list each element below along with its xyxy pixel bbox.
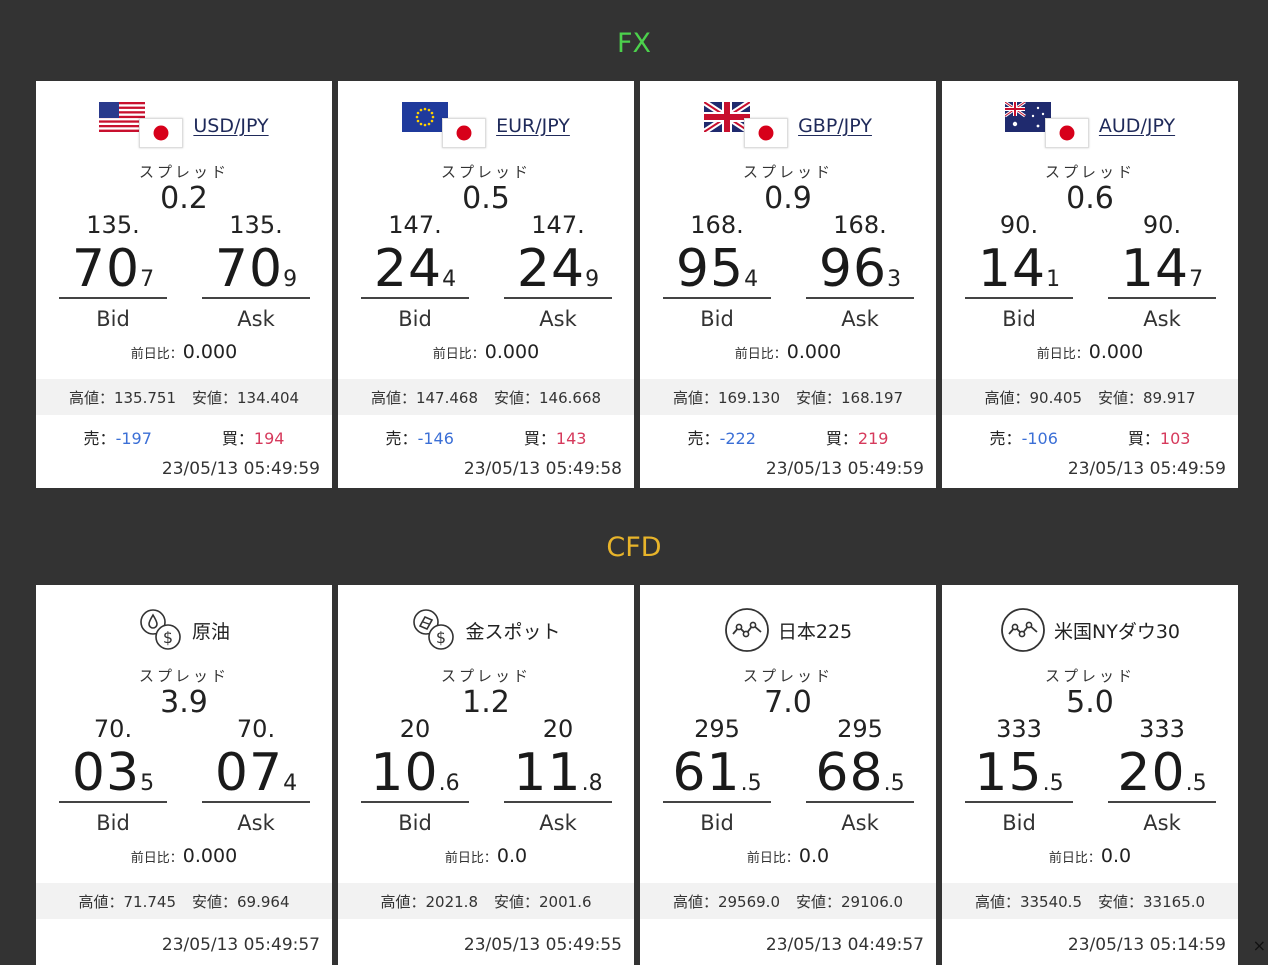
high-low-band: 高値：71.745 安値：69.964 xyxy=(36,883,332,919)
spread-label: スプレッド xyxy=(36,161,332,182)
fx-section-title: FX xyxy=(0,28,1268,59)
ask-quote[interactable]: 20 11.8 Ask xyxy=(504,715,612,835)
timestamp: 23/05/13 05:49:58 xyxy=(464,459,622,479)
bid-quote[interactable]: 168. 954 Bid xyxy=(663,211,771,331)
cfd-card-ny-dow30: 米国NYダウ30 スプレッド 5.0 333 15.5 Bid 333 20.5… xyxy=(942,585,1238,965)
high-low-band: 高値：90.405 安値：89.917 xyxy=(942,379,1238,415)
cfd-card-grid: $ 原油 スプレッド 3.9 70. 035 Bid 70. 074 Ask 前… xyxy=(36,585,1238,965)
change-from-previous: 前日比：0.0 xyxy=(338,845,634,867)
timestamp: 23/05/13 05:49:59 xyxy=(1068,459,1226,479)
jp-flag-icon xyxy=(1045,118,1089,148)
high-low-band: 高値：33540.5 安値：33165.0 xyxy=(942,883,1238,919)
jp-flag-icon xyxy=(442,118,486,148)
eur-jpy-flags-icon xyxy=(402,102,488,150)
high-low-band: 高値：2021.8 安値：2001.6 xyxy=(338,883,634,919)
index-chart-icon xyxy=(1000,607,1046,653)
position-ratio: 売：-106 買：103 xyxy=(942,425,1238,449)
ask-quote[interactable]: 90. 147 Ask xyxy=(1108,211,1216,331)
pair-link-eurjpy[interactable]: EUR/JPY xyxy=(496,115,570,137)
change-from-previous: 前日比：0.0 xyxy=(640,845,936,867)
change-from-previous: 前日比：0.000 xyxy=(942,341,1238,363)
aud-jpy-flags-icon xyxy=(1005,102,1091,150)
bid-quote[interactable]: 333 15.5 Bid xyxy=(965,715,1073,835)
cfd-card-nikkei225: 日本225 スプレッド 7.0 295 61.5 Bid 295 68.5 As… xyxy=(640,585,936,965)
oil-dollar-icon: $ xyxy=(138,607,184,653)
high-low-band: 高値：169.130 安値：168.197 xyxy=(640,379,936,415)
pair-link-usdjpy[interactable]: USD/JPY xyxy=(193,115,268,137)
spread-label: スプレッド xyxy=(640,161,936,182)
fx-card-eurjpy: EUR/JPY スプレッド 0.5 147. 244 Bid 147. 249 … xyxy=(338,81,634,488)
timestamp: 23/05/13 05:14:59 xyxy=(1068,935,1226,955)
spread-label: スプレッド xyxy=(338,161,634,182)
cfd-name[interactable]: 日本225 xyxy=(778,617,852,644)
bid-quote[interactable]: 147. 244 Bid xyxy=(361,211,469,331)
bid-quote[interactable]: 90. 141 Bid xyxy=(965,211,1073,331)
jp-flag-icon xyxy=(744,118,788,148)
high-low-band: 高値：135.751 安値：134.404 xyxy=(36,379,332,415)
cfd-name[interactable]: 米国NYダウ30 xyxy=(1054,617,1180,644)
spread-label: スプレッド xyxy=(942,665,1238,686)
cfd-card-gold-spot: $ 金スポット スプレッド 1.2 20 10.6 Bid 20 11.8 As… xyxy=(338,585,634,965)
change-from-previous: 前日比：0.0 xyxy=(942,845,1238,867)
jp-flag-icon xyxy=(139,118,183,148)
fx-card-gbpjpy: GBP/JPY スプレッド 0.9 168. 954 Bid 168. 963 … xyxy=(640,81,936,488)
timestamp: 23/05/13 05:49:59 xyxy=(162,459,320,479)
cfd-card-crude-oil: $ 原油 スプレッド 3.9 70. 035 Bid 70. 074 Ask 前… xyxy=(36,585,332,965)
change-from-previous: 前日比：0.000 xyxy=(36,845,332,867)
spread-label: スプレッド xyxy=(640,665,936,686)
position-ratio: 売：-146 買：143 xyxy=(338,425,634,449)
pair-link-gbpjpy[interactable]: GBP/JPY xyxy=(798,115,872,137)
timestamp: 23/05/13 05:49:55 xyxy=(464,935,622,955)
high-low-band: 高値：147.468 安値：146.668 xyxy=(338,379,634,415)
change-from-previous: 前日比：0.000 xyxy=(338,341,634,363)
bid-quote[interactable]: 20 10.6 Bid xyxy=(361,715,469,835)
close-icon[interactable]: × xyxy=(1253,936,1266,955)
bid-quote[interactable]: 70. 035 Bid xyxy=(59,715,167,835)
timestamp: 23/05/13 05:49:57 xyxy=(162,935,320,955)
cfd-name[interactable]: 原油 xyxy=(192,617,230,644)
svg-text:$: $ xyxy=(436,628,446,647)
fx-card-grid: USD/JPY スプレッド 0.2 135. 707 Bid 135. 709 … xyxy=(36,81,1238,488)
bid-quote[interactable]: 295 61.5 Bid xyxy=(663,715,771,835)
high-low-band: 高値：29569.0 安値：29106.0 xyxy=(640,883,936,919)
timestamp: 23/05/13 04:49:57 xyxy=(766,935,924,955)
ask-quote[interactable]: 70. 074 Ask xyxy=(202,715,310,835)
fx-card-usdjpy: USD/JPY スプレッド 0.2 135. 707 Bid 135. 709 … xyxy=(36,81,332,488)
ask-quote[interactable]: 168. 963 Ask xyxy=(806,211,914,331)
position-ratio: 売：-197 買：194 xyxy=(36,425,332,449)
change-from-previous: 前日比：0.000 xyxy=(640,341,936,363)
ask-quote[interactable]: 333 20.5 Ask xyxy=(1108,715,1216,835)
cfd-section-title: CFD xyxy=(0,532,1268,563)
fx-card-audjpy: AUD/JPY スプレッド 0.6 90. 141 Bid 90. 147 As… xyxy=(942,81,1238,488)
change-from-previous: 前日比：0.000 xyxy=(36,341,332,363)
ask-quote[interactable]: 295 68.5 Ask xyxy=(806,715,914,835)
pair-link-audjpy[interactable]: AUD/JPY xyxy=(1099,115,1175,137)
index-chart-icon xyxy=(724,607,770,653)
usd-jpy-flags-icon xyxy=(99,102,185,150)
spread-label: スプレッド xyxy=(36,665,332,686)
ask-quote[interactable]: 147. 249 Ask xyxy=(504,211,612,331)
ask-quote[interactable]: 135. 709 Ask xyxy=(202,211,310,331)
timestamp: 23/05/13 05:49:59 xyxy=(766,459,924,479)
gold-dollar-icon: $ xyxy=(411,607,457,653)
bid-quote[interactable]: 135. 707 Bid xyxy=(59,211,167,331)
spread-label: スプレッド xyxy=(338,665,634,686)
spread-label: スプレッド xyxy=(942,161,1238,182)
gbp-jpy-flags-icon xyxy=(704,102,790,150)
svg-text:$: $ xyxy=(163,628,173,647)
position-ratio: 売：-222 買：219 xyxy=(640,425,936,449)
cfd-name[interactable]: 金スポット xyxy=(465,617,560,644)
